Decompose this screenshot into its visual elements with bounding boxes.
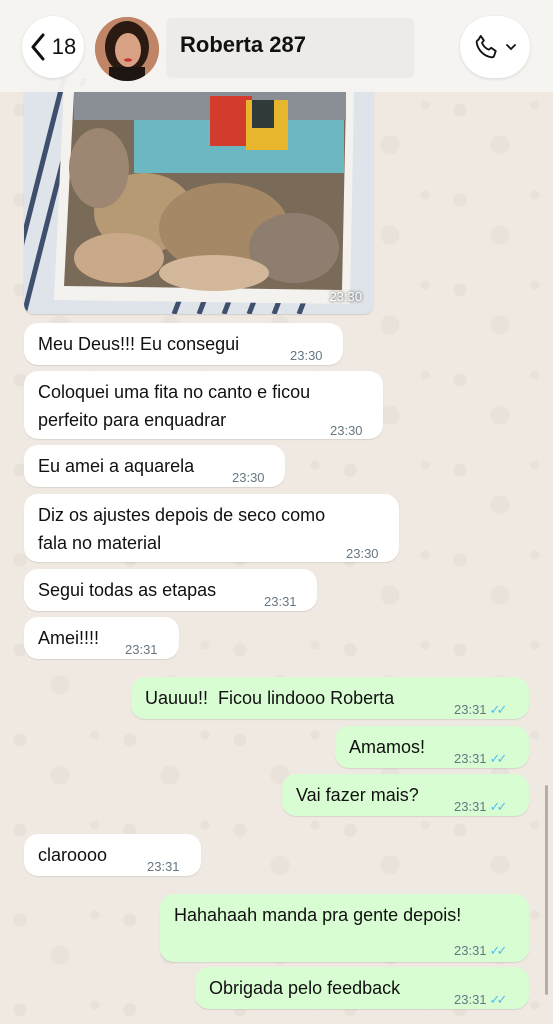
photo-thumbnail [24, 78, 374, 314]
message-time: 23:31 [454, 943, 487, 958]
message-bubble-incoming[interactable]: Eu amei a aquarela 23:30 [24, 445, 285, 487]
message-text: claroooo [38, 845, 108, 865]
message-time: 23:31 [454, 799, 487, 814]
message-bubble-incoming[interactable]: Amei!!!! 23:31 [24, 617, 179, 659]
message-text: Eu amei a aquarela [38, 456, 195, 476]
message-time: 23:31 [454, 702, 487, 717]
message-status: 23:31 ✓✓ [454, 793, 508, 821]
unread-count: 18 [51, 34, 77, 59]
chevron-down-icon [506, 44, 516, 51]
message-time: 23:30 [329, 289, 362, 304]
scrollbar[interactable] [545, 785, 548, 995]
message-bubble-incoming[interactable]: Diz os ajustes depois de seco como fala … [24, 494, 399, 562]
message-time: 23:31 [454, 992, 487, 1007]
contact-name[interactable]: Roberta 287 [180, 32, 306, 58]
message-text: Segui todas as etapas [38, 580, 217, 600]
message-time: 23:31 [147, 859, 180, 874]
avatar[interactable] [95, 17, 159, 81]
photo-message[interactable]: 23:30 [24, 78, 374, 314]
double-check-icon: ✓✓ [489, 702, 508, 717]
message-text: Obrigada pelo feedback [209, 978, 401, 998]
avatar-photo [95, 17, 159, 81]
message-time: 23:31 [264, 594, 297, 609]
chevron-left-icon [31, 33, 45, 61]
message-time: 23:30 [232, 470, 265, 485]
message-status: 23:31 ✓✓ [454, 937, 508, 965]
message-bubble-incoming[interactable]: Meu Deus!!! Eu consegui 23:30 [24, 323, 343, 365]
message-time: 23:30 [290, 348, 323, 363]
double-check-icon: ✓✓ [489, 943, 508, 958]
message-text: Amei!!!! [38, 628, 100, 648]
phone-icon [475, 34, 497, 59]
message-bubble-outgoing[interactable]: Hahahaah manda pra gente depois! 23:31 ✓✓ [160, 894, 529, 962]
message-text: Amamos! [349, 737, 426, 757]
message-time: 23:31 [125, 642, 158, 657]
chat-header: 18 Roberta 287 [0, 0, 553, 92]
back-button[interactable]: 18 [22, 16, 84, 78]
message-text: Hahahaah manda pra gente depois! [174, 905, 462, 925]
message-status: 23:31 ✓✓ [454, 745, 508, 773]
double-check-icon: ✓✓ [489, 799, 508, 814]
message-bubble-outgoing[interactable]: Obrigada pelo feedback 23:31 ✓✓ [195, 967, 529, 1009]
message-time: 23:31 [454, 751, 487, 766]
double-check-icon: ✓✓ [489, 992, 508, 1007]
message-text: Diz os ajustes depois de seco como fala … [38, 505, 326, 553]
message-text: Uauuu!! Ficou lindooo Roberta [145, 688, 395, 708]
double-check-icon: ✓✓ [489, 751, 508, 766]
message-time: 23:30 [346, 546, 379, 561]
message-bubble-incoming[interactable]: claroooo 23:31 [24, 834, 201, 876]
message-bubble-incoming[interactable]: Segui todas as etapas 23:31 [24, 569, 317, 611]
message-text: Meu Deus!!! Eu consegui [38, 334, 240, 354]
message-bubble-outgoing[interactable]: Uauuu!! Ficou lindooo Roberta 23:31 ✓✓ [131, 677, 529, 719]
message-status: 23:31 ✓✓ [454, 986, 508, 1014]
message-bubble-outgoing[interactable]: Amamos! 23:31 ✓✓ [335, 726, 529, 768]
message-status: 23:31 ✓✓ [454, 696, 508, 724]
message-bubble-incoming[interactable]: Coloquei uma fita no canto e ficou perfe… [24, 371, 383, 439]
message-text: Coloquei uma fita no canto e ficou perfe… [38, 382, 311, 430]
message-text: Vai fazer mais? [296, 785, 419, 805]
call-button[interactable] [460, 16, 530, 78]
message-bubble-outgoing[interactable]: Vai fazer mais? 23:31 ✓✓ [282, 774, 529, 816]
message-time: 23:30 [330, 423, 363, 438]
